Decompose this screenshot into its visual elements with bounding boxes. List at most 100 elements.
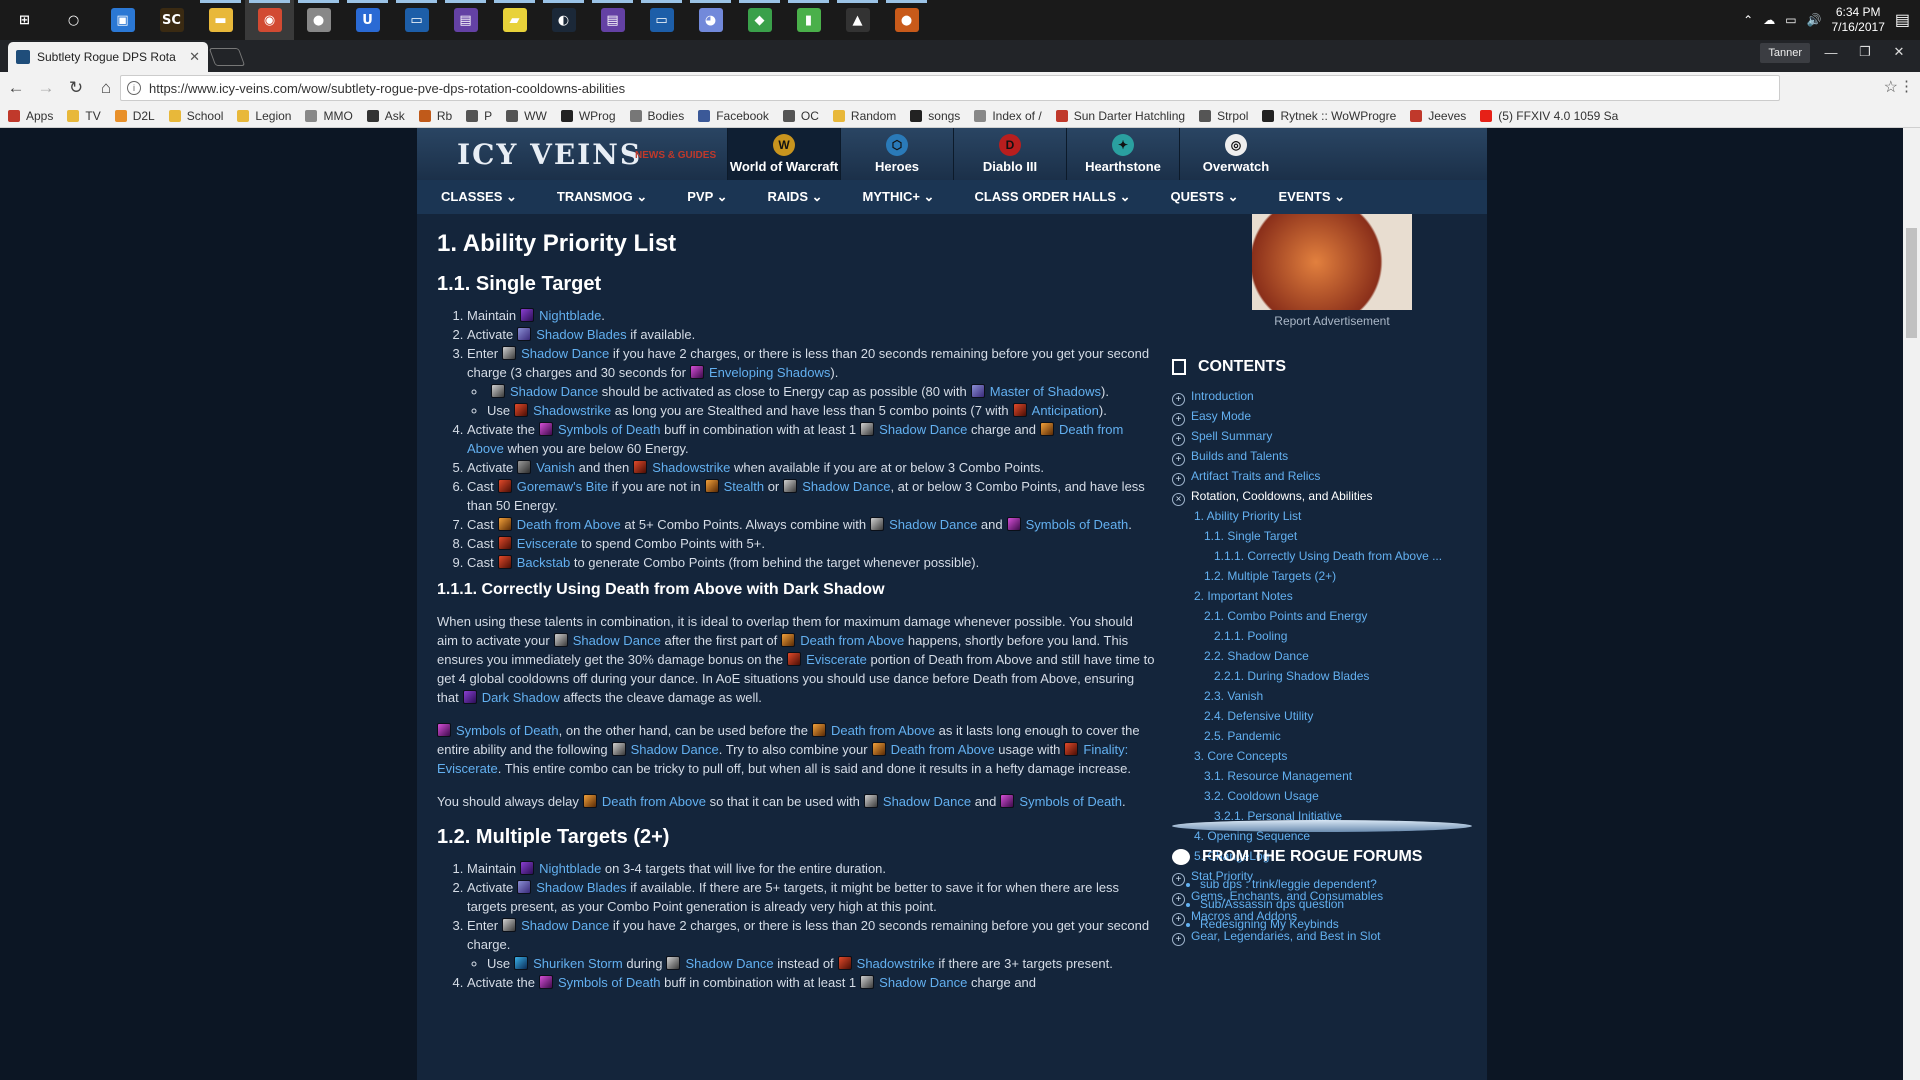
spell-link[interactable]: Dark Shadow [482, 690, 560, 705]
bookmark-item[interactable]: (5) FFXIV 4.0 1059 Sa [1480, 109, 1618, 123]
expand-icon[interactable]: + [1172, 433, 1185, 446]
spell-link[interactable]: Death from Above [800, 633, 904, 648]
toc-item[interactable]: 2.4. Defensive Utility [1172, 706, 1472, 726]
clock[interactable]: 6:34 PM 7/16/2017 [1831, 5, 1884, 35]
toc-item[interactable]: 3.2. Cooldown Usage [1172, 786, 1472, 806]
bookmark-item[interactable]: Facebook [698, 109, 769, 123]
cloud-icon[interactable]: ☁ [1763, 13, 1775, 27]
spell-link[interactable]: Eviscerate [517, 536, 578, 551]
bookmark-item[interactable]: Rb [418, 109, 452, 123]
taskbar-chrome-button[interactable]: ◉ [245, 0, 294, 40]
bookmark-item[interactable]: WProg [560, 109, 616, 123]
toc-item[interactable]: + Artifact Traits and Relics [1172, 466, 1472, 486]
spell-link[interactable]: Death from Above [831, 723, 935, 738]
toc-item[interactable]: 2. Important Notes [1172, 586, 1472, 606]
toc-item[interactable]: 1.1. Single Target [1172, 526, 1472, 546]
back-arrow-icon[interactable]: ← [2, 74, 30, 102]
taskbar-photos-button[interactable]: ▲ [833, 0, 882, 40]
taskbar-app-orange-button[interactable]: ● [882, 0, 931, 40]
nav-item[interactable]: CLASS ORDER HALLS ⌄ [974, 189, 1130, 205]
toc-item[interactable]: 3.1. Resource Management [1172, 766, 1472, 786]
taskbar-app-green-button[interactable]: ◆ [735, 0, 784, 40]
toc-item[interactable]: 2.2. Shadow Dance [1172, 646, 1472, 666]
spell-link[interactable]: Shadow Blades [536, 880, 626, 895]
chevron-up-icon[interactable]: ⌃ [1743, 13, 1753, 27]
spell-link[interactable]: Anticipation [1032, 403, 1099, 418]
taskbar-file-explorer-button[interactable]: ▬ [196, 0, 245, 40]
bookmark-item[interactable]: Rytnek :: WoWProgre [1262, 109, 1396, 123]
menu-icon[interactable]: ⋮ [1899, 77, 1914, 95]
spell-link[interactable]: Shadow Dance [883, 794, 971, 809]
taskbar-uplay-button[interactable]: U [343, 0, 392, 40]
expand-icon[interactable]: + [1172, 933, 1185, 946]
home-icon[interactable]: ⌂ [92, 74, 120, 102]
nav-item[interactable]: MYTHIC+ ⌄ [863, 189, 935, 205]
close-icon[interactable]: ✕ [189, 49, 200, 65]
toc-item[interactable]: 3. Core Concepts [1172, 746, 1472, 766]
spell-link[interactable]: Symbols of Death [558, 422, 661, 437]
bookmark-item[interactable]: MMO [305, 109, 353, 123]
toc-item[interactable]: × Rotation, Cooldowns, and Abilities [1172, 486, 1472, 506]
browser-tab[interactable]: Subtlety Rogue DPS Rota ✕ [8, 42, 208, 72]
spell-link[interactable]: Shuriken Storm [533, 956, 623, 971]
toc-item[interactable]: 2.5. Pandemic [1172, 726, 1472, 746]
bookmark-star-icon[interactable]: ☆ [1884, 77, 1898, 97]
spell-link[interactable]: Nightblade [539, 308, 601, 323]
taskbar-app-green-2-button[interactable]: ▮ [784, 0, 833, 40]
spell-link[interactable]: Shadow Dance [685, 956, 773, 971]
spell-link[interactable]: Shadow Dance [521, 918, 609, 933]
new-tab-button[interactable] [208, 48, 246, 66]
spell-link[interactable]: Shadowstrike [533, 403, 611, 418]
forum-post-link[interactable]: Redesigning My Keybinds [1200, 914, 1472, 934]
expand-icon[interactable]: + [1172, 453, 1185, 466]
window-close-icon[interactable]: ✕ [1882, 40, 1916, 64]
bookmark-item[interactable]: TV [67, 109, 101, 123]
expand-icon[interactable]: + [1172, 413, 1185, 426]
spell-link[interactable]: Enveloping Shadows [709, 365, 830, 380]
spell-link[interactable]: Death from Above [602, 794, 706, 809]
taskbar-start-button[interactable]: ⊞ [0, 0, 49, 40]
bookmark-item[interactable]: Apps [8, 109, 53, 123]
bookmark-item[interactable]: Bodies [629, 109, 684, 123]
toc-item[interactable]: 1.1.1. Correctly Using Death from Above … [1172, 546, 1472, 566]
collapse-icon[interactable]: × [1172, 493, 1185, 506]
expand-icon[interactable]: + [1172, 473, 1185, 486]
game-tab[interactable]: ◎ Overwatch [1179, 128, 1292, 180]
bookmark-item[interactable]: songs [910, 109, 960, 123]
spell-link[interactable]: Symbols of Death [1019, 794, 1122, 809]
spell-link[interactable]: Shadow Dance [879, 422, 967, 437]
reload-icon[interactable]: ↻ [62, 74, 90, 102]
minimize-icon[interactable]: — [1814, 40, 1848, 64]
spell-link[interactable]: Shadow Dance [879, 975, 967, 990]
site-logo[interactable]: ICY VEINS [457, 138, 642, 171]
game-tab[interactable]: D Diablo III [953, 128, 1066, 180]
taskbar-search-button[interactable]: ○ [49, 0, 98, 40]
spell-link[interactable]: Shadow Dance [521, 346, 609, 361]
taskbar-app-grey-button[interactable]: ● [294, 0, 343, 40]
toc-item[interactable]: 2.1. Combo Points and Energy [1172, 606, 1472, 626]
game-tab[interactable]: ✦ Hearthstone [1066, 128, 1179, 180]
spell-link[interactable]: Shadow Dance [510, 384, 598, 399]
taskbar-sticky-notes-button[interactable]: ▰ [490, 0, 539, 40]
bookmark-item[interactable]: Sun Darter Hatchling [1055, 109, 1185, 123]
forward-arrow-icon[interactable]: → [32, 74, 60, 102]
spell-link[interactable]: Goremaw's Bite [517, 479, 608, 494]
volume-icon[interactable]: 🔊 [1807, 13, 1822, 27]
bookmark-item[interactable]: Jeeves [1410, 109, 1466, 123]
address-bar[interactable]: i https://www.icy-veins.com/wow/subtlety… [120, 75, 1780, 101]
forum-post-link[interactable]: sub dps : trink/leggie dependent? [1200, 874, 1472, 894]
spell-link[interactable]: Shadow Dance [802, 479, 890, 494]
spell-link[interactable]: Shadowstrike [652, 460, 730, 475]
advertisement-image[interactable] [1252, 214, 1412, 310]
toc-item[interactable]: + Introduction [1172, 386, 1472, 406]
spell-link[interactable]: Death from Above [891, 742, 995, 757]
expand-icon[interactable]: + [1172, 393, 1185, 406]
spell-link[interactable]: Master of Shadows [990, 384, 1101, 399]
toc-item[interactable]: + Easy Mode [1172, 406, 1472, 426]
game-tab[interactable]: W World of Warcraft [727, 128, 840, 180]
restore-icon[interactable]: ❐ [1848, 40, 1882, 64]
spell-link[interactable]: Death from Above [517, 517, 621, 532]
nav-item[interactable]: QUESTS ⌄ [1171, 189, 1239, 205]
bookmark-item[interactable]: School [168, 109, 223, 123]
taskbar-terminal-2-button[interactable]: ▭ [637, 0, 686, 40]
